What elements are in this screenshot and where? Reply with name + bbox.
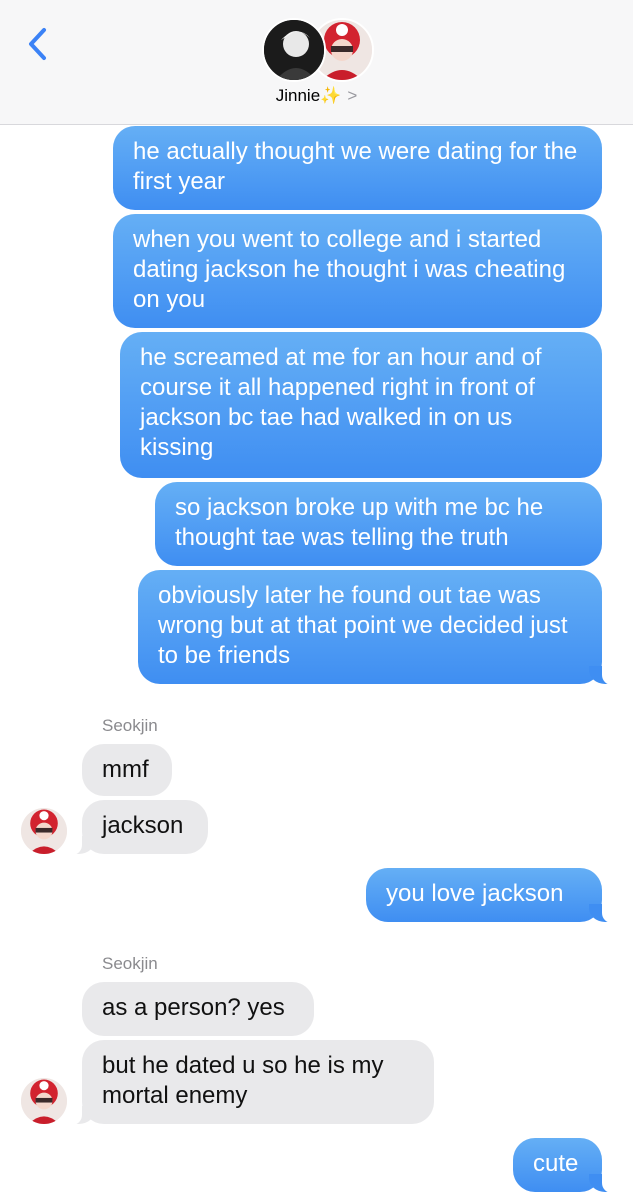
message-bubble-sent[interactable]: so jackson broke up with me bc he though… [155,482,602,566]
message-bubble-sent[interactable]: cute [513,1138,614,1193]
back-button[interactable] [22,24,54,64]
message-text: you love jackson [386,880,564,907]
message-text: when you went to college and i started d… [133,226,566,313]
contact-avatar-1 [262,18,326,82]
message-bubble-sent[interactable]: obviously later he found out tae was wro… [138,570,614,685]
message-text: as a person? yes [102,994,285,1021]
message-bubble-received[interactable]: mmf [82,744,172,796]
contact-avatars[interactable] [262,18,374,82]
chevron-right-icon: > [347,86,358,105]
message-text: he screamed at me for an hour and of cou… [140,344,542,461]
sender-name: Seokjin [102,716,158,735]
sender-avatar[interactable] [21,808,67,854]
message-bubble-received[interactable]: as a person? yes [82,982,314,1036]
conversation-header: Jinnie✨ > [0,0,633,125]
message-text: but he dated u so he is my mortal enemy [102,1052,384,1109]
sender-avatar[interactable] [21,1078,67,1124]
message-text: cute [533,1150,579,1177]
sparkle-icon: ✨ [320,86,342,105]
message-text: obviously later he found out tae was wro… [158,582,568,669]
contact-name: Jinnie [275,86,321,105]
contact-name-row[interactable]: Jinnie✨ > [0,86,633,106]
message-text: jackson [102,812,184,839]
message-bubble-sent[interactable]: you love jackson [366,868,614,923]
message-bubble-received[interactable]: jackson [70,800,208,855]
chevron-left-icon [29,28,46,60]
message-bubble-received[interactable]: but he dated u so he is my mortal enemy [70,1040,434,1125]
message-text: mmf [102,756,149,783]
sender-name: Seokjin [102,954,158,973]
message-bubble-sent[interactable]: he actually thought we were dating for t… [113,126,602,210]
message-text: he actually thought we were dating for t… [133,138,578,195]
message-bubble-sent[interactable]: he screamed at me for an hour and of cou… [120,332,602,478]
message-text: so jackson broke up with me bc he though… [175,494,544,551]
message-bubble-sent[interactable]: when you went to college and i started d… [113,214,602,328]
